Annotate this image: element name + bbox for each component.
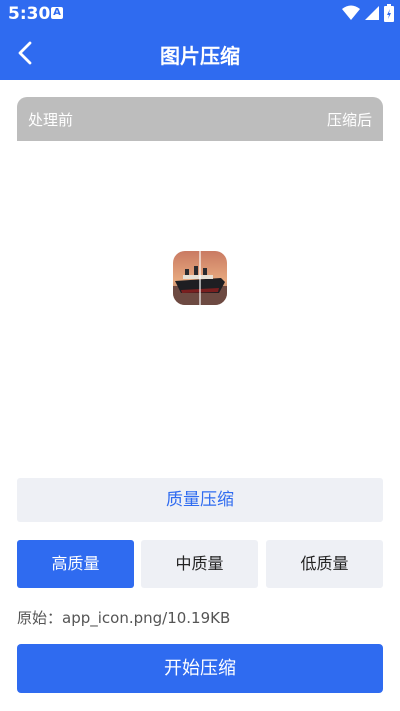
page-title: 图片压缩 [160,44,240,68]
original-file-info: 原始：app_icon.png/10.19KB [17,609,231,627]
status-time: 5:30 [8,4,51,24]
app-header: 5:30 A 图片压缩 [0,0,400,80]
ship-image [173,251,227,305]
high-quality-option[interactable]: 高质量 [17,540,134,588]
status-bar: 5:30 A [0,0,400,26]
preview-image[interactable] [173,251,227,305]
image-preview: 处理前 压缩后 [17,97,383,463]
signal-icon [365,6,379,20]
wifi-icon [342,5,360,20]
status-icons [342,4,394,22]
battery-icon [384,4,394,22]
notification-icon: A [51,7,63,19]
nav-bar: 图片压缩 [0,26,400,80]
medium-quality-option[interactable]: 中质量 [141,540,258,588]
after-label: 压缩后 [326,111,372,129]
start-compress-button[interactable]: 开始压缩 [17,644,383,693]
low-quality-option[interactable]: 低质量 [266,540,383,588]
preview-bar: 处理前 压缩后 [17,97,383,141]
quality-options: 高质量 中质量 低质量 [17,540,383,588]
before-label: 处理前 [28,111,74,129]
quality-compress-button[interactable]: 质量压缩 [17,478,383,522]
